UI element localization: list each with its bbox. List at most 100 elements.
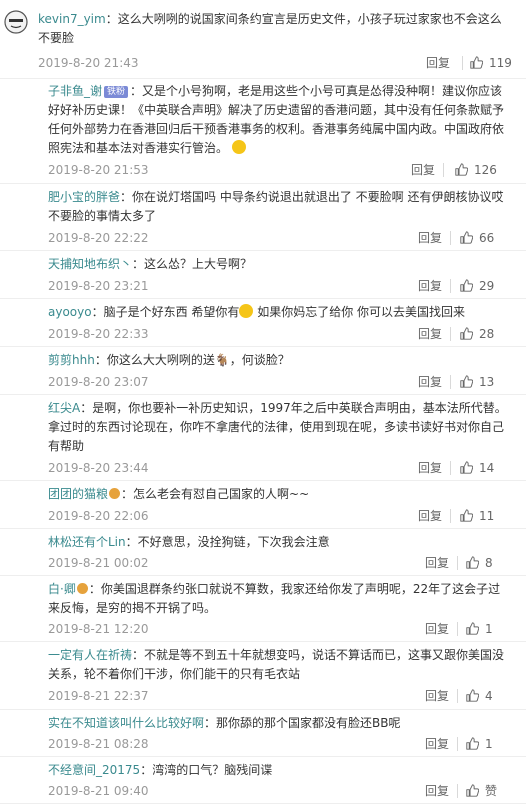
comment-text: ：你这么大大咧咧的送🐐，何谈脸？ <box>94 353 290 367</box>
reply-button[interactable]: 回复 <box>425 556 449 570</box>
like-count: 赞 <box>485 784 498 798</box>
comment-item: 剪剪hhh：你这么大大咧咧的送🐐，何谈脸？ 2019-8-20 23:07 回复… <box>0 347 526 395</box>
reply-button[interactable]: 回复 <box>418 509 442 523</box>
like-count: 119 <box>489 56 512 70</box>
comment-date: 2019-8-21 12:20 <box>48 622 149 636</box>
like-button[interactable]: 119 <box>470 56 512 70</box>
like-button[interactable]: 66 <box>460 231 494 245</box>
comment-content: 林松还有个Lin：不好意思，没拴狗链，下次我会注意 <box>48 533 510 552</box>
thumbs-up-icon <box>460 279 474 292</box>
comment-content: 一定有人在祈祷：不就是等不到五十年就想变吗，说话不算话而已，这事又跟你美国没关系… <box>48 646 510 684</box>
reply-button[interactable]: 回复 <box>425 737 449 751</box>
like-button[interactable]: 29 <box>460 279 494 293</box>
username-link[interactable]: kevin7_yim <box>38 12 106 26</box>
divider <box>457 622 458 636</box>
username-link[interactable]: 天捕知地布织丶 <box>48 257 132 271</box>
username-link[interactable]: 白·卿 <box>48 582 76 596</box>
reply-button[interactable]: 回复 <box>418 375 442 389</box>
comment-text: ：你美国退群条约张口就说不算数，我家还给你发了声明呢，22年了这会子过来反悔，是… <box>48 582 501 615</box>
comment-date: 2019-8-20 23:21 <box>48 279 149 293</box>
comment-item: 肥小宝的胖爸：你在说灯塔国吗 中导条约说退出就退出了 不要脸啊 还有伊朗核协议哎… <box>0 184 526 251</box>
like-button[interactable]: 11 <box>460 509 494 523</box>
like-button[interactable]: 赞 <box>466 784 497 798</box>
fan-badge: 铁粉 <box>104 86 129 98</box>
username-link[interactable]: 红尖A <box>48 401 80 415</box>
username-link[interactable]: 实在不知道该叫什么比较好啊 <box>48 716 204 730</box>
comment-text: ：那你舔的那个国家都没有脸还BB呢 <box>204 716 401 730</box>
reply-button[interactable]: 回复 <box>425 622 449 636</box>
comment-item: 白·卿 ：你美国退群条约张口就说不算数，我家还给你发了声明呢，22年了这会子过来反… <box>0 576 526 642</box>
divider <box>457 737 458 751</box>
comment-item: 不经意间_20175：湾湾的口气？脑残间谍 2019-8-21 09:40 回复… <box>0 757 526 804</box>
username-link[interactable]: ayooyo <box>48 305 92 319</box>
comment-content: 子非鱼_谢 铁粉 ：又是个小号狗啊，老是用这些个小号可真是怂得没种啊！建议你应该好好… <box>48 82 510 158</box>
like-button[interactable]: 13 <box>460 375 494 389</box>
like-button[interactable]: 1 <box>466 622 493 636</box>
like-count: 11 <box>479 509 495 523</box>
smile-emoji-icon <box>231 140 246 154</box>
avatar[interactable] <box>4 10 28 34</box>
comment-item: 子非鱼_谢 铁粉 ：又是个小号狗啊，老是用这些个小号可真是怂得没种啊！建议你应该好好… <box>0 79 526 184</box>
comment-date: 2019-8-20 22:22 <box>48 231 149 245</box>
username-link[interactable]: 林松还有个Lin <box>48 535 126 549</box>
divider <box>462 56 463 70</box>
reply-button[interactable]: 回复 <box>425 689 449 703</box>
comment-list: kevin7_yim：这么大咧咧的说国家间条约宣言是历史文件，小孩子玩过家家也不… <box>0 0 526 804</box>
reply-button[interactable]: 回复 <box>418 327 442 341</box>
reply-button[interactable]: 回复 <box>425 784 449 798</box>
reply-button[interactable]: 回复 <box>411 163 435 177</box>
username-link[interactable]: 不经意间_20175 <box>48 763 140 777</box>
comment-date: 2019-8-21 22:37 <box>48 689 149 703</box>
username-link[interactable]: 剪剪hhh <box>48 353 95 367</box>
reply-button[interactable]: 回复 <box>418 231 442 245</box>
comment-content: 团团的猫粮 ：怎么老会有怼自己国家的人啊~~ <box>48 485 510 504</box>
comment-content: 白·卿 ：你美国退群条约张口就说不算数，我家还给你发了声明呢，22年了这会子过来反… <box>48 580 510 618</box>
comment-text: ：是啊，你也要补一补历史知识，1997年之后中英联合声明由，基本法所代替。拿过时… <box>48 401 507 453</box>
thumbs-up-icon <box>466 737 480 750</box>
comment-content: 实在不知道该叫什么比较好啊：那你舔的那个国家都没有脸还BB呢 <box>48 714 510 733</box>
like-count: 126 <box>474 163 497 177</box>
comment-item: 红尖A：是啊，你也要补一补历史知识，1997年之后中英联合声明由，基本法所代替。… <box>0 395 526 481</box>
comment-text-continued: 如果你妈忘了给你 你可以去美国找回来 <box>253 305 466 319</box>
reply-button[interactable]: 回复 <box>418 461 442 475</box>
comment-date: 2019-8-21 00:02 <box>48 556 149 570</box>
brain-emoji-icon <box>239 304 254 318</box>
like-button[interactable]: 14 <box>460 461 494 475</box>
reply-button[interactable]: 回复 <box>426 56 450 70</box>
like-button[interactable]: 1 <box>466 737 493 751</box>
comment-content: 红尖A：是啊，你也要补一补历史知识，1997年之后中英联合声明由，基本法所代替。… <box>48 399 510 456</box>
comment-date: 2019-8-20 23:44 <box>48 461 149 475</box>
divider <box>450 279 451 293</box>
like-button[interactable]: 126 <box>455 163 497 177</box>
like-button[interactable]: 8 <box>466 556 493 570</box>
comment-text: ：这么大咧咧的说国家间条约宣言是历史文件，小孩子玩过家家也不会这么不要脸 <box>38 12 502 45</box>
username-link[interactable]: 子非鱼_谢 <box>48 84 102 98</box>
comment-date: 2019-8-20 22:33 <box>48 327 149 341</box>
reply-button[interactable]: 回复 <box>418 279 442 293</box>
comment-date: 2019-8-20 21:53 <box>48 163 149 177</box>
comment-content: 肥小宝的胖爸：你在说灯塔国吗 中导条约说退出就退出了 不要脸啊 还有伊朗核协议哎… <box>48 188 510 226</box>
like-count: 13 <box>479 375 495 389</box>
comment-item: 实在不知道该叫什么比较好啊：那你舔的那个国家都没有脸还BB呢 2019-8-21… <box>0 710 526 757</box>
thumbs-up-icon <box>466 784 480 797</box>
like-count: 4 <box>485 689 493 703</box>
like-count: 14 <box>479 461 495 475</box>
like-button[interactable]: 28 <box>460 327 494 341</box>
username-link[interactable]: 肥小宝的胖爸 <box>48 190 120 204</box>
thumbs-up-icon <box>470 56 484 69</box>
like-button[interactable]: 4 <box>466 689 493 703</box>
comment-text: ：湾湾的口气？脑残间谍 <box>140 763 273 777</box>
thumbs-up-icon <box>455 163 469 176</box>
username-link[interactable]: 团团的猫粮 <box>48 487 108 501</box>
username-link[interactable]: 一定有人在祈祷 <box>48 648 132 662</box>
comment-item: kevin7_yim：这么大咧咧的说国家间条约宣言是历史文件，小孩子玩过家家也不… <box>0 0 526 79</box>
like-count: 28 <box>479 327 495 341</box>
thumbs-up-icon <box>460 509 474 522</box>
comment-text: ：这么怂？上大号啊？ <box>132 257 253 271</box>
divider <box>450 327 451 341</box>
thumbs-up-icon <box>460 327 474 340</box>
comment-content: 不经意间_20175：湾湾的口气？脑残间谍 <box>48 761 510 780</box>
comment-item: 一定有人在祈祷：不就是等不到五十年就想变吗，说话不算话而已，这事又跟你美国没关系… <box>0 642 526 710</box>
medal-icon <box>109 488 121 499</box>
thumbs-up-icon <box>460 231 474 244</box>
